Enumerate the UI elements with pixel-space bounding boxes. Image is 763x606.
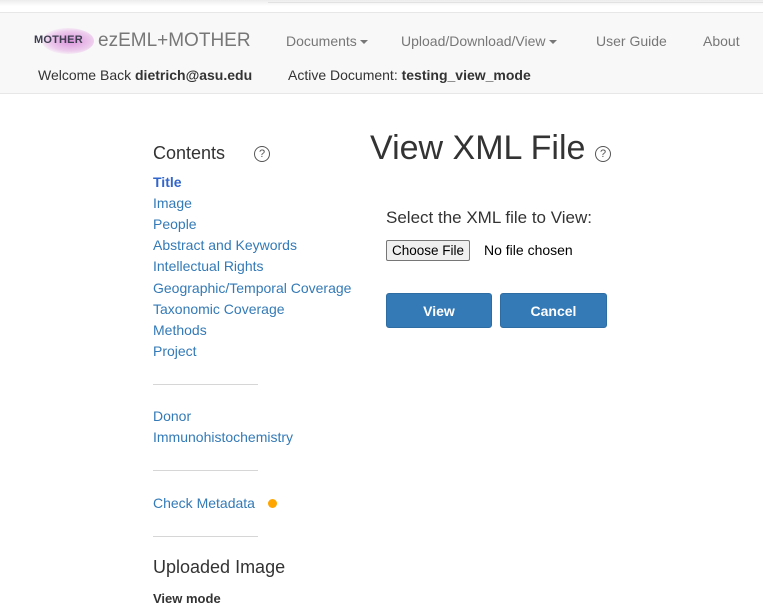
toc-immunohistochemistry[interactable]: Immunohistochemistry xyxy=(153,429,293,445)
window-top-line xyxy=(268,2,763,3)
page-help-icon[interactable]: ? xyxy=(595,146,611,162)
brand-link[interactable]: ezEML+MOTHER xyxy=(98,30,251,52)
active-doc-name: testing_view_mode xyxy=(401,67,531,83)
contents-help-icon[interactable]: ? xyxy=(254,146,270,162)
nav-upload-download-view-dropdown[interactable]: Upload/Download/View xyxy=(401,33,557,49)
toc-title[interactable]: Title xyxy=(153,174,182,190)
view-button[interactable]: View xyxy=(386,293,492,328)
page-title: View XML File xyxy=(370,129,586,167)
toc-intellectual-rights[interactable]: Intellectual Rights xyxy=(153,258,264,274)
toc-people[interactable]: People xyxy=(153,216,197,232)
choose-file-button[interactable]: Choose File xyxy=(386,240,471,261)
welcome-prefix: Welcome Back xyxy=(38,67,132,83)
toc-project[interactable]: Project xyxy=(153,343,197,359)
nav-documents-label: Documents xyxy=(286,33,357,49)
toc-geographic-temporal-coverage[interactable]: Geographic/Temporal Coverage xyxy=(153,280,351,296)
toc-abstract-keywords[interactable]: Abstract and Keywords xyxy=(153,237,297,253)
select-file-label: Select the XML file to View: xyxy=(386,208,592,227)
nav-documents-dropdown[interactable]: Documents xyxy=(286,33,368,49)
sidebar-divider xyxy=(153,470,258,471)
sidebar-divider xyxy=(153,536,258,537)
contents-heading: Contents xyxy=(153,143,226,163)
logo-text: MOTHER xyxy=(34,34,83,46)
metadata-status-dot-icon xyxy=(268,499,277,508)
nav-user-guide[interactable]: User Guide xyxy=(596,33,667,49)
view-mode-label: View mode xyxy=(153,591,221,606)
welcome-message: Welcome Back dietrich@asu.edu xyxy=(38,67,252,83)
toc-taxonomic-coverage[interactable]: Taxonomic Coverage xyxy=(153,301,285,317)
nav-upload-download-view-label: Upload/Download/View xyxy=(401,33,546,49)
caret-down-icon xyxy=(359,40,368,44)
navbar: MOTHER ezEML+MOTHER Documents Upload/Dow… xyxy=(0,12,763,94)
uploaded-image-heading: Uploaded Image xyxy=(153,557,286,577)
active-document: Active Document: testing_view_mode xyxy=(288,67,531,83)
nav-about[interactable]: About xyxy=(703,33,740,49)
file-status-text: No file chosen xyxy=(484,242,573,258)
check-metadata-link[interactable]: Check Metadata xyxy=(153,495,255,511)
toc-methods[interactable]: Methods xyxy=(153,322,207,338)
sidebar-divider xyxy=(153,384,258,385)
toc-donor[interactable]: Donor xyxy=(153,408,191,424)
cancel-button[interactable]: Cancel xyxy=(500,293,607,328)
window-top-edge xyxy=(0,0,763,6)
mother-logo[interactable]: MOTHER xyxy=(34,28,94,54)
user-email: dietrich@asu.edu xyxy=(135,67,253,83)
toc-image[interactable]: Image xyxy=(153,195,192,211)
active-doc-prefix: Active Document: xyxy=(288,67,398,83)
caret-down-icon xyxy=(548,40,557,44)
